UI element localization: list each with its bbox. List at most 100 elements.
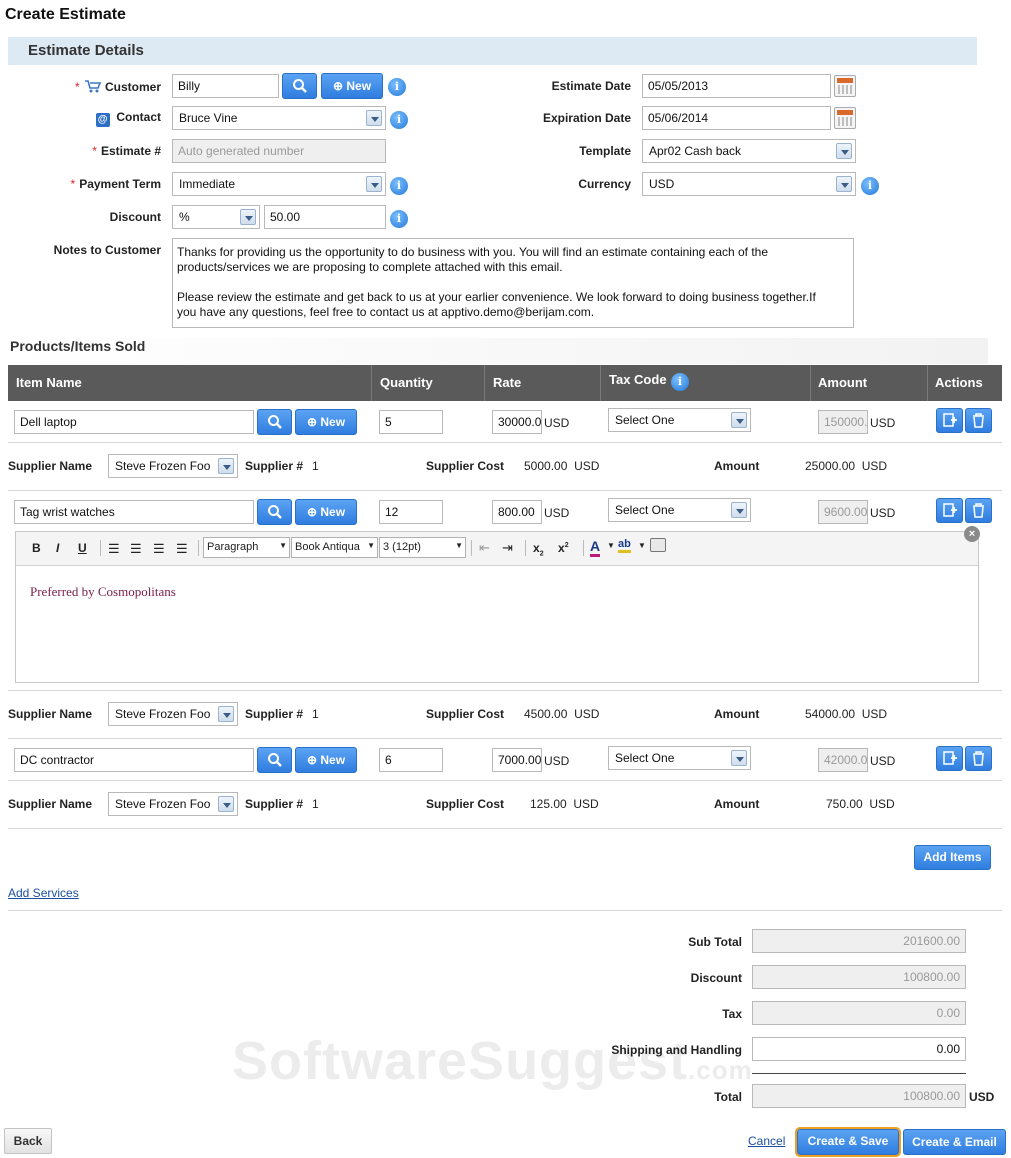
chevron-down-icon[interactable]: ▼ [638,541,646,550]
quantity-input[interactable]: 6 [379,748,443,772]
quantity-input[interactable]: 5 [379,410,443,434]
supplier-amount-value: 25000.00 USD [805,459,888,473]
align-right-icon[interactable]: ☰ [153,541,165,557]
item-search-button[interactable] [257,409,292,435]
info-icon[interactable]: i [388,78,406,96]
italic-icon[interactable]: I [56,541,59,555]
contact-select[interactable]: Bruce Vine [172,106,386,130]
col-quantity: Quantity [380,375,433,390]
col-item: Item Name [16,375,82,390]
item-name-input[interactable]: Dell laptop [14,410,254,434]
supplier-name-label: Supplier Name [8,459,93,473]
align-left-icon[interactable]: ☰ [108,541,120,557]
discount-type-select[interactable]: % [172,205,260,229]
info-icon[interactable]: i [671,373,689,391]
estimate-date-label: Estimate Date [551,79,631,93]
underline-icon[interactable]: U [78,541,87,555]
supplier-select[interactable]: Steve Frozen Foo [108,792,238,816]
quantity-input[interactable]: 12 [379,500,443,524]
highlight-color-icon[interactable]: ab [618,538,631,553]
copy-item-button[interactable] [936,498,963,523]
search-icon [267,415,282,429]
expiration-date-input[interactable]: 05/06/2014 [642,106,831,130]
customer-input[interactable]: Billy [172,74,279,98]
text-color-icon[interactable]: A [590,538,601,557]
currency-select[interactable]: USD [642,172,856,196]
item-search-button[interactable] [257,747,292,773]
customer-new-button[interactable]: ⊕ New [321,73,383,99]
chevron-down-icon [218,706,234,722]
create-email-button[interactable]: Create & Email [903,1129,1006,1155]
align-center-icon[interactable]: ☰ [130,541,142,557]
col-amount: Amount [818,375,868,390]
add-items-button[interactable]: Add Items [914,845,991,870]
outdent-icon[interactable]: ⇤ [479,540,490,556]
payment-term-select[interactable]: Immediate [172,172,386,196]
create-save-button[interactable]: Create & Save [795,1127,901,1157]
plus-icon: ⊕ [332,79,344,93]
rate-input[interactable]: 30000.0 [492,410,542,434]
tax-code-select[interactable]: Select One [608,746,751,770]
estimate-number-input[interactable]: Auto generated number [172,139,386,163]
rich-text-editor[interactable]: B I U ☰ ☰ ☰ ☰ Paragraph ▼ Book Antiqua ▼ 3… [15,531,979,683]
template-select[interactable]: Apr02 Cash back [642,139,856,163]
indent-icon[interactable]: ⇥ [502,540,513,556]
item-new-button[interactable]: ⊕ New [295,409,357,435]
rate-input[interactable]: 7000.00 [492,748,542,772]
calendar-icon[interactable] [834,107,856,129]
superscript-icon[interactable]: x2 [558,541,569,555]
item-new-button[interactable]: ⊕ New [295,747,357,773]
supplier-cost-value: 125.00 USD [530,797,599,811]
delete-item-button[interactable] [965,746,992,771]
rate-input[interactable]: 800.00 [492,500,542,524]
font-family-select[interactable]: Book Antiqua ▼ [291,537,378,558]
format-select[interactable]: Paragraph ▼ [203,537,290,558]
table-header: Item Name Quantity Rate Tax Code i Amoun… [8,365,1002,401]
item-new-button[interactable]: ⊕ New [295,499,357,525]
cancel-link[interactable]: Cancel [748,1134,785,1148]
info-icon[interactable]: i [390,210,408,228]
discount-label: Discount [109,210,161,224]
amount-input: 150000. [818,410,868,434]
search-icon [267,505,282,519]
col-tax: Tax Code [609,372,667,387]
info-icon[interactable]: i [861,177,879,195]
page-title: Create Estimate [5,6,126,23]
customer-search-button[interactable] [282,73,317,99]
item-name-input[interactable]: Tag wrist watches [14,500,254,524]
currency-text: USD [544,754,570,768]
add-services-link[interactable]: Add Services [8,886,79,900]
supplier-select[interactable]: Steve Frozen Foo [108,702,238,726]
tax-code-select[interactable]: Select One [608,408,751,432]
discount-input[interactable]: 50.00 [264,205,386,229]
tax-code-select[interactable]: Select One [608,498,751,522]
back-button[interactable]: Back [4,1128,52,1154]
font-size-select[interactable]: 3 (12pt) ▼ [379,537,466,558]
close-icon[interactable]: × [964,526,980,542]
subscript-icon[interactable]: x2 [533,541,544,557]
align-justify-icon[interactable]: ☰ [176,541,188,557]
copy-item-button[interactable] [936,746,963,771]
subtotal-value: 201600.00 [752,929,966,953]
bold-icon[interactable]: B [32,541,41,555]
notes-textarea[interactable]: Thanks for providing us the opportunity … [172,238,854,328]
shipping-input[interactable]: 0.00 [752,1037,966,1061]
calendar-icon[interactable] [834,75,856,97]
supplier-select[interactable]: Steve Frozen Foo [108,454,238,478]
plus-icon: ⊕ [306,415,318,429]
estimate-date-input[interactable]: 05/05/2013 [642,74,831,98]
print-icon[interactable] [650,538,666,552]
amount-input: 9600.00 [818,500,868,524]
subtotal-label: Sub Total [688,935,742,949]
copy-icon [943,751,957,765]
info-icon[interactable]: i [390,177,408,195]
info-icon[interactable]: i [390,111,408,129]
copy-item-button[interactable] [936,408,963,433]
delete-item-button[interactable] [965,408,992,433]
supplier-name-label: Supplier Name [8,707,93,721]
item-name-input[interactable]: DC contractor [14,748,254,772]
discount-total-label: Discount [690,971,742,985]
item-search-button[interactable] [257,499,292,525]
delete-item-button[interactable] [965,498,992,523]
chevron-down-icon[interactable]: ▼ [607,541,615,550]
